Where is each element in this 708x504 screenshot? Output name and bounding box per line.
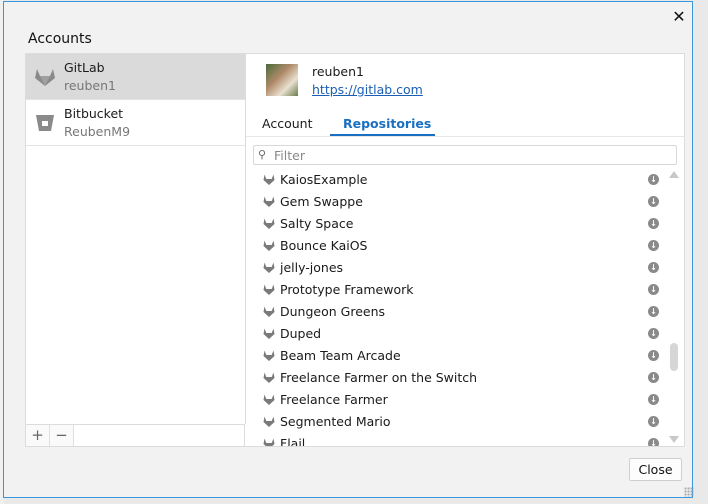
repository-item[interactable]: Freelance Farmer ↓ (246, 389, 666, 411)
close-icon[interactable]: ✕ (668, 6, 690, 28)
gitlab-icon (263, 438, 275, 446)
download-icon[interactable]: ↓ (648, 240, 659, 251)
repository-name: Flail (280, 436, 306, 446)
close-button[interactable]: Close (629, 458, 682, 481)
accounts-panel: GitLab reuben1 Bitbucket ReubenM9 + − re… (25, 53, 685, 447)
repository-name: Freelance Farmer (280, 392, 388, 407)
active-tab-indicator (330, 134, 435, 136)
gitlab-icon (263, 218, 275, 229)
account-username: reuben1 (64, 78, 116, 93)
repository-name: Prototype Framework (280, 282, 414, 297)
search-icon: ⚲ (258, 148, 267, 161)
dialog-title: Accounts (28, 31, 92, 47)
download-icon[interactable]: ↓ (648, 416, 659, 427)
profile-url-link[interactable]: https://gitlab.com (312, 82, 423, 97)
repository-name: Dungeon Greens (280, 304, 386, 319)
repository-item[interactable]: Dungeon Greens ↓ (246, 301, 666, 323)
account-service: Bitbucket (64, 106, 124, 121)
repository-item[interactable]: Salty Space ↓ (246, 213, 666, 235)
gitlab-icon (263, 372, 275, 383)
gitlab-icon (263, 416, 275, 427)
scroll-up-arrow[interactable] (669, 171, 679, 178)
bitbucket-icon (36, 115, 54, 131)
repository-name: Gem Swappe (280, 194, 363, 209)
repository-item[interactable]: Beam Team Arcade ↓ (246, 345, 666, 367)
tab-account[interactable]: Account (262, 116, 312, 131)
gitlab-icon (263, 394, 275, 405)
profile-username: reuben1 (312, 64, 364, 79)
download-icon[interactable]: ↓ (648, 328, 659, 339)
repository-item[interactable]: KaiosExample ↓ (246, 169, 666, 191)
gitlab-icon (263, 284, 275, 295)
repository-name: Freelance Farmer on the Switch (280, 370, 478, 385)
repository-item[interactable]: Prototype Framework ↓ (246, 279, 666, 301)
repository-item[interactable]: Gem Swappe ↓ (246, 191, 666, 213)
tab-bar: Account Repositories (246, 110, 684, 137)
gitlab-icon (35, 69, 55, 86)
download-icon[interactable]: ↓ (648, 372, 659, 383)
account-service: GitLab (64, 60, 105, 75)
account-list-footer: + − (26, 424, 245, 446)
repository-item[interactable]: Flail ↓ (246, 433, 666, 446)
repository-list: KaiosExample ↓ Gem Swappe ↓ Salty Space ↓ Boun… (246, 169, 684, 446)
repository-item[interactable]: jelly-jones ↓ (246, 257, 666, 279)
scroll-down-arrow[interactable] (669, 436, 679, 443)
repository-name: jelly-jones (280, 260, 344, 275)
remove-account-button[interactable]: − (50, 425, 74, 446)
filter-input[interactable] (274, 147, 669, 163)
repository-name: KaiosExample (280, 172, 368, 187)
download-icon[interactable]: ↓ (648, 394, 659, 405)
tab-repositories[interactable]: Repositories (343, 116, 431, 131)
gitlab-icon (263, 328, 275, 339)
download-icon[interactable]: ↓ (648, 174, 659, 185)
gitlab-icon (263, 350, 275, 361)
gitlab-icon (263, 196, 275, 207)
repository-name: Beam Team Arcade (280, 348, 401, 363)
repository-name: Salty Space (280, 216, 354, 231)
scrollbar-thumb[interactable] (670, 343, 678, 371)
download-icon[interactable]: ↓ (648, 262, 659, 273)
resize-grip[interactable] (684, 487, 694, 497)
download-icon[interactable]: ↓ (648, 438, 659, 446)
repository-name: Bounce KaiOS (280, 238, 368, 253)
gitlab-icon (263, 240, 275, 251)
repository-item[interactable]: Segmented Mario ↓ (246, 411, 666, 433)
avatar (266, 64, 298, 96)
filter-field[interactable]: ⚲ (253, 145, 677, 165)
download-icon[interactable]: ↓ (648, 306, 659, 317)
add-account-button[interactable]: + (26, 425, 50, 446)
download-icon[interactable]: ↓ (648, 284, 659, 295)
repository-item[interactable]: Freelance Farmer on the Switch ↓ (246, 367, 666, 389)
gitlab-icon (263, 262, 275, 273)
account-detail: reuben1 https://gitlab.com Account Repos… (246, 54, 684, 446)
account-item-bitbucket[interactable]: Bitbucket ReubenM9 (26, 100, 245, 146)
account-item-gitlab[interactable]: GitLab reuben1 (26, 54, 245, 100)
accounts-dialog: ✕ Accounts GitLab reuben1 Bitbucket Reub… (3, 1, 694, 498)
account-username: ReubenM9 (64, 124, 131, 139)
repository-name: Segmented Mario (280, 414, 391, 429)
repository-name: Duped (280, 326, 322, 341)
download-icon[interactable]: ↓ (648, 218, 659, 229)
gitlab-icon (263, 306, 275, 317)
download-icon[interactable]: ↓ (648, 196, 659, 207)
download-icon[interactable]: ↓ (648, 350, 659, 361)
account-list: GitLab reuben1 Bitbucket ReubenM9 (26, 54, 246, 424)
repository-item[interactable]: Duped ↓ (246, 323, 666, 345)
gitlab-icon (263, 174, 275, 185)
repository-item[interactable]: Bounce KaiOS ↓ (246, 235, 666, 257)
